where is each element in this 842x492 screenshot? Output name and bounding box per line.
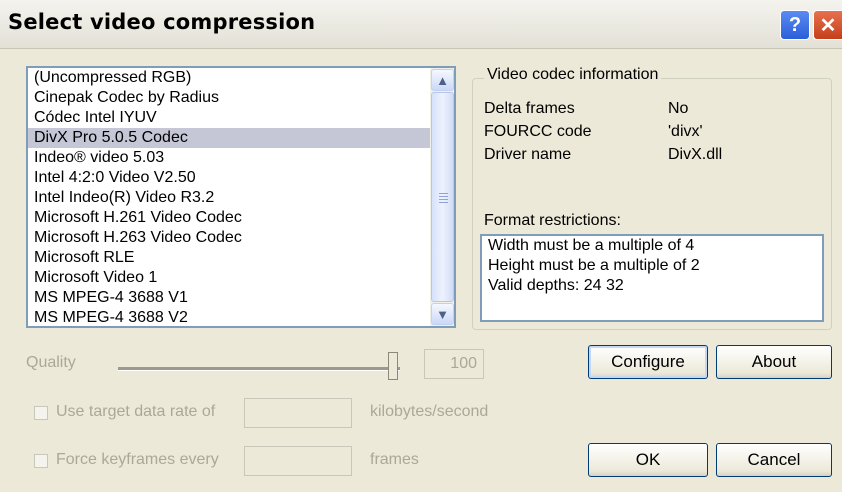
codec-list-item[interactable]: Microsoft H.263 Video Codec [28, 228, 430, 248]
fourcc-label: FOURCC code [484, 123, 592, 140]
quality-slider-thumb[interactable] [388, 352, 398, 380]
title-bar: Select video compression ? ✕ [0, 0, 842, 49]
delta-frames-value: No [668, 100, 689, 117]
codec-list-item[interactable]: Microsoft RLE [28, 248, 430, 268]
restriction-line: Height must be a multiple of 2 [488, 257, 700, 274]
force-keyframes-checkbox[interactable] [34, 454, 48, 468]
window-title: Select video compression [8, 10, 316, 34]
help-button[interactable]: ? [780, 10, 810, 40]
cancel-button[interactable]: Cancel [716, 443, 832, 477]
configure-button[interactable]: Configure [588, 345, 708, 379]
codec-list-item[interactable]: Códec Intel IYUV [28, 108, 430, 128]
keyframes-input[interactable] [244, 446, 352, 476]
force-keyframes-label: Force keyframes every [56, 451, 219, 468]
chevron-up-icon: ▲ [436, 72, 449, 88]
keyframes-unit: frames [370, 451, 419, 468]
delta-frames-label: Delta frames [484, 100, 575, 117]
quality-value-field[interactable]: 100 [424, 349, 484, 379]
grip-line [439, 196, 448, 197]
codec-list-item[interactable]: (Uncompressed RGB) [28, 68, 430, 88]
grip-line [439, 202, 448, 203]
scroll-down-button[interactable]: ▼ [431, 303, 454, 325]
help-icon: ? [788, 13, 802, 36]
use-data-rate-label: Use target data rate of [56, 403, 216, 420]
driver-name-label: Driver name [484, 146, 572, 163]
codec-list-item[interactable]: MS MPEG-4 3688 V1 [28, 288, 430, 308]
codec-list: (Uncompressed RGB) Cinepak Codec by Radi… [28, 68, 430, 326]
codec-list-item[interactable]: MS MPEG-4 3688 V2 [28, 308, 430, 326]
grip-line [439, 193, 448, 194]
codec-info-legend: Video codec information [484, 66, 662, 84]
ok-button[interactable]: OK [588, 443, 708, 477]
codec-list-item[interactable]: Microsoft Video 1 [28, 268, 430, 288]
quality-label: Quality [26, 354, 76, 371]
codec-list-item[interactable]: Cinepak Codec by Radius [28, 88, 430, 108]
codec-list-item[interactable]: Intel 4:2:0 Video V2.50 [28, 168, 430, 188]
format-restrictions-label: Format restrictions: [484, 212, 621, 229]
fourcc-value: 'divx' [668, 123, 703, 140]
codec-list-item[interactable]: Intel Indeo(R) Video R3.2 [28, 188, 430, 208]
restriction-line: Width must be a multiple of 4 [488, 237, 695, 254]
restriction-line: Valid depths: 24 32 [488, 277, 624, 294]
close-button[interactable]: ✕ [813, 10, 842, 40]
format-restrictions-box: Width must be a multiple of 4 Height mus… [480, 234, 824, 322]
data-rate-unit: kilobytes/second [370, 403, 489, 420]
quality-slider-track[interactable] [118, 367, 400, 371]
close-icon: ✕ [819, 14, 837, 37]
codec-list-item[interactable]: Microsoft H.261 Video Codec [28, 208, 430, 228]
use-data-rate-checkbox[interactable] [34, 406, 48, 420]
scroll-thumb[interactable] [431, 92, 454, 302]
list-scrollbar[interactable]: ▲ ▼ [430, 68, 454, 326]
grip-line [439, 199, 448, 200]
chevron-down-icon: ▼ [436, 306, 449, 322]
about-button[interactable]: About [716, 345, 832, 379]
codec-list-item[interactable]: Indeo® video 5.03 [28, 148, 430, 168]
codec-listbox[interactable]: (Uncompressed RGB) Cinepak Codec by Radi… [26, 66, 456, 328]
driver-name-value: DivX.dll [668, 146, 723, 163]
codec-list-item-selected[interactable]: DivX Pro 5.0.5 Codec [28, 128, 430, 148]
scroll-up-button[interactable]: ▲ [431, 69, 454, 91]
data-rate-input[interactable] [244, 398, 352, 428]
